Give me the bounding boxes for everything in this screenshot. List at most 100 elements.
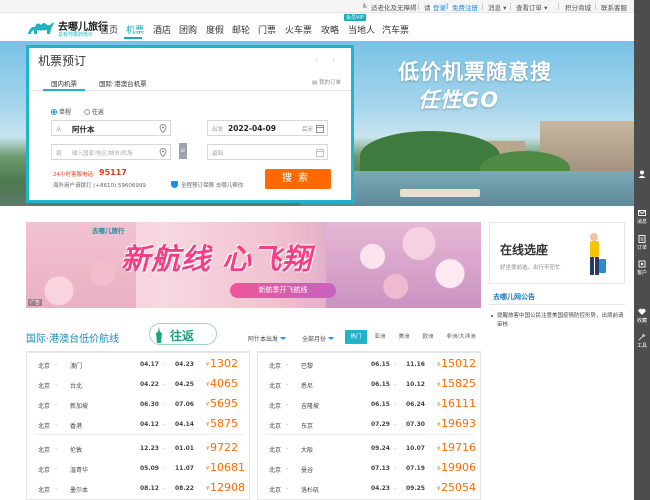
tab-domestic[interactable]: 国内机票 [51, 78, 77, 88]
login-link[interactable]: 登录 [433, 2, 446, 12]
route-to: 大阪 [301, 447, 314, 454]
contact-service-link[interactable]: 联系客服 [601, 2, 627, 12]
route-to: 温哥华 [70, 467, 89, 474]
nav-active-underline [124, 37, 142, 39]
nav-cruise[interactable]: 邮轮 [232, 23, 250, 36]
route-date-dash: - [163, 401, 166, 408]
region-tab-hot[interactable]: 热门 [345, 330, 367, 344]
greeting-text: 请 [424, 4, 431, 12]
route-row[interactable]: 北京 - 曼谷 07.13-07.19 ¥19906 [258, 459, 480, 479]
return-label: 返回 [212, 151, 224, 157]
region-tab-asia[interactable]: 亚洲 [369, 330, 391, 344]
view-orders-menu[interactable]: 查看订单 ▾ [516, 2, 547, 12]
route-dash: - [286, 361, 289, 368]
online-seat-banner[interactable]: 在线选座 好坐提前选，出行不犯忙 [489, 222, 625, 284]
route-row[interactable]: 北京 - 温哥华 05.09-11.07 ¥10681 [27, 459, 249, 479]
sidebar-tools[interactable]: 工具 [634, 333, 650, 349]
carousel-arrows[interactable]: ‹ › [315, 56, 341, 64]
promo-headline: 新航线 心飞翔 [121, 242, 313, 276]
search-button[interactable]: 搜索 [265, 169, 331, 189]
from-city-field[interactable]: 从 阿什本 [51, 120, 171, 136]
register-link[interactable]: 免费注册 [452, 2, 478, 12]
route-dash: - [55, 421, 58, 428]
accessibility-icon[interactable]: ♿ [362, 2, 368, 10]
route-row[interactable]: 北京 - 澳门 04.17-04.23 ¥1302 [27, 355, 249, 375]
route-from: 北京 [38, 403, 51, 410]
nav-vacation[interactable]: 度假 [206, 23, 224, 36]
route-date-dash: - [163, 485, 166, 492]
route-date-dash: - [163, 381, 166, 388]
sidebar-messages[interactable]: 消息 [634, 209, 650, 225]
route-depart-date: 04.23 [371, 485, 390, 492]
promo-brand: 去哪儿旅行 [92, 227, 125, 235]
nav-flights[interactable]: 机票 [126, 23, 144, 36]
tab-international[interactable]: 国际·港澳台机票 [99, 78, 147, 88]
route-to: 香港 [70, 423, 83, 430]
route-row[interactable]: 北京 - 悉尼 06.15-10.12 ¥15825 [258, 375, 480, 395]
route-row[interactable]: 北京 - 洛杉矶 04.23-09.25 ¥25054 [258, 479, 480, 499]
nav-tickets[interactable]: 门票 [258, 23, 276, 36]
route-row[interactable]: 北京 - 东京 07.29-07.30 ¥19693 [258, 415, 480, 435]
return-date-field[interactable]: 返回 [207, 144, 328, 160]
order-icon [638, 235, 646, 243]
route-row[interactable]: 北京 - 香港 04.12-04.14 ¥5875 [27, 415, 249, 435]
region-tab-europe[interactable]: 欧洲 [417, 330, 439, 344]
traveler-illustration-icon [590, 233, 606, 275]
region-tab-africa-oceania[interactable]: 非洲/大洋洲 [441, 330, 481, 344]
sidebar-orders[interactable]: 订单 [634, 235, 650, 251]
route-dash: - [55, 381, 58, 388]
my-orders-link[interactable]: ▤ 我的订单 [312, 78, 341, 86]
route-row[interactable]: 北京 - 吉隆坡 06.15-06.24 ¥16111 [258, 395, 480, 415]
route-depart-date: 09.24 [371, 445, 390, 452]
route-dash: - [286, 401, 289, 408]
month-filter[interactable]: 全部月份 [302, 334, 335, 343]
trip-return-radio[interactable]: 往返 [84, 107, 104, 116]
nav-home[interactable]: 首页 [100, 23, 118, 36]
points-mall-link[interactable]: 积分商城 [565, 2, 591, 12]
depart-date-field[interactable]: 出发 2022-04-09 后天 [207, 120, 328, 136]
calendar-icon [316, 149, 324, 157]
promo-banner[interactable]: 去哪儿旅行 新航线 心飞翔 新航季开飞航线 广告 [26, 222, 481, 308]
route-dash: - [55, 485, 58, 492]
route-to: 伦敦 [70, 447, 83, 454]
route-from: 北京 [269, 487, 282, 494]
notice-title[interactable]: 去哪儿网公告 [493, 292, 535, 302]
route-price: 25054 [441, 481, 476, 494]
route-return-date: 06.24 [406, 401, 425, 408]
route-row[interactable]: 北京 - 伦敦 12.23-01.01 ¥9722 [27, 439, 249, 459]
swap-cities-button[interactable]: ⇄ [179, 143, 187, 159]
nav-hotels[interactable]: 酒店 [153, 23, 171, 36]
nav-guides[interactable]: 攻略 [321, 23, 339, 36]
sidebar-favorites[interactable]: 收藏 [634, 308, 650, 324]
route-row[interactable]: 北京 - 台北 04.22-04.25 ¥4065 [27, 375, 249, 395]
route-row[interactable]: 北京 - 墨尔本 08.12-08.22 ¥12908 [27, 479, 249, 499]
nav-groupbuy[interactable]: 团购 [179, 23, 197, 36]
nav-bus[interactable]: 汽车票 [382, 23, 409, 36]
route-row[interactable]: 北京 - 新加坡 06.30-07.06 ¥5695 [27, 395, 249, 415]
tab-active-underline [43, 89, 85, 91]
trip-oneway-radio[interactable]: 单程 [51, 107, 71, 116]
messages-menu[interactable]: 消息 ▾ [488, 2, 506, 12]
route-currency: ¥ [437, 382, 441, 388]
route-dash: - [286, 465, 289, 472]
nav-train[interactable]: 火车票 [285, 23, 312, 36]
seat-banner-title: 在线选座 [500, 243, 549, 257]
route-row[interactable]: 北京 - 巴黎 06.15-11.16 ¥15012 [258, 355, 480, 375]
booking-guarantee[interactable]: 全程预订保障 去哪儿帮你 [171, 181, 243, 189]
route-price: 9722 [210, 441, 238, 454]
region-tab-america[interactable]: 美洲 [393, 330, 415, 344]
route-row[interactable]: 北京 - 大阪 09.24-10.07 ¥19716 [258, 439, 480, 459]
route-depart-date: 05.09 [140, 465, 159, 472]
landmark-tower-icon [156, 327, 162, 343]
accessibility-link[interactable]: 适老化及无障碍 [371, 2, 417, 12]
sidebar-user[interactable] [634, 170, 650, 179]
route-to: 洛杉矶 [301, 487, 320, 494]
nav-locals[interactable]: 当地人 [348, 23, 375, 36]
to-city-field[interactable]: 到 输入国家/地区/城市/机场 [51, 144, 171, 160]
depart-city-filter[interactable]: 阿什本出发 [248, 334, 287, 343]
notice-item[interactable]: 提醒旅客中国公民注意美国疫情防控形势，出境前请审核 [491, 312, 625, 330]
sidebar-customer[interactable]: 客户 [634, 260, 650, 276]
route-price: 10681 [210, 461, 245, 474]
route-depart-date: 06.15 [371, 401, 390, 408]
route-date-dash: - [394, 421, 397, 428]
